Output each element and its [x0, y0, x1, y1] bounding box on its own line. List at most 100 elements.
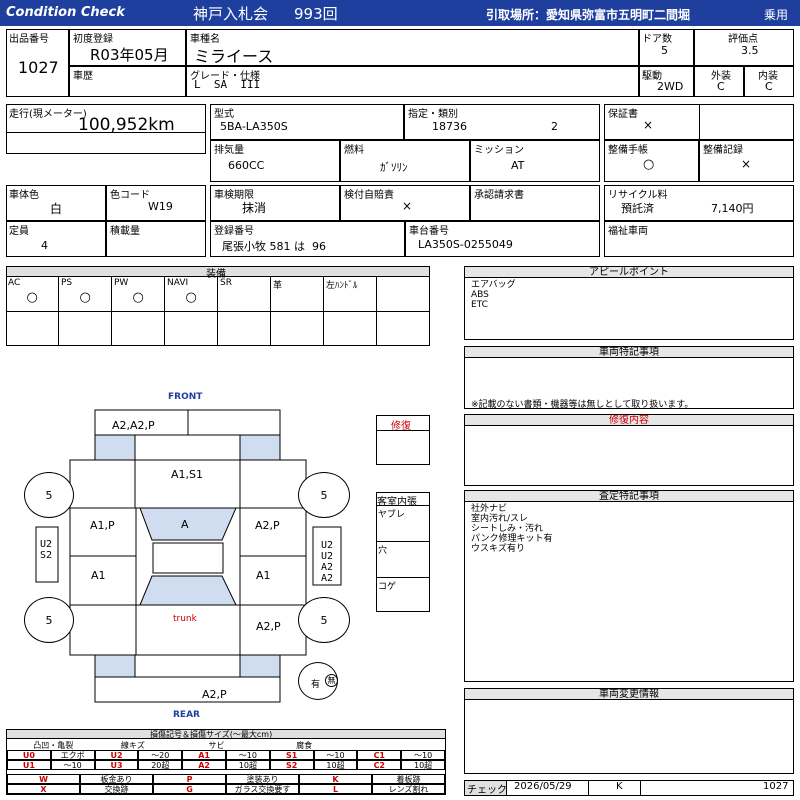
assess-line: ウスキズ有り	[471, 544, 526, 554]
cabin-item-tear: ヤブレ	[378, 510, 406, 520]
trunk-label: trunk	[173, 614, 197, 624]
score-label: 評価点	[728, 34, 758, 45]
equipment-mark: ○	[26, 290, 38, 305]
equipment-item: AC ○	[6, 277, 59, 346]
equipment-item: 左ﾊﾝﾄﾞﾙ	[324, 277, 377, 346]
cap-value: 4	[41, 239, 48, 252]
mileage-label: 走行(現メーター)	[9, 109, 87, 120]
legend-desc: エクボ	[50, 750, 95, 760]
tire-rear-right: 5	[298, 597, 350, 643]
repair-detail-title: 修復内容	[465, 415, 793, 426]
equipment-label: NAVI	[167, 278, 189, 288]
reg-label: 初度登録	[73, 34, 113, 45]
legend-other-desc: 交換跡	[80, 784, 153, 794]
grade-value: L SA III	[194, 78, 261, 91]
rear-label: REAR	[173, 710, 200, 720]
ext-value: C	[717, 80, 725, 93]
model-value: 5BA-LA350S	[220, 120, 288, 133]
equipment-mark: ○	[185, 290, 197, 305]
manual-value: ○	[643, 157, 655, 172]
legend-desc: 20超	[138, 760, 183, 770]
legend-desc: 10超	[313, 760, 358, 770]
claim-label: 承認請求書	[474, 190, 524, 201]
legend-code: U1	[7, 760, 51, 770]
legend-desc: ～10	[226, 750, 270, 760]
equipment-item: PW ○	[112, 277, 165, 346]
checker: K	[616, 781, 623, 792]
lot-value: 1027	[18, 58, 59, 77]
equipment-item: PS ○	[59, 277, 112, 346]
inspect-value: 抹消	[242, 201, 267, 215]
warranty-label: 保証書	[608, 109, 638, 120]
history-label: 車歴	[73, 71, 93, 82]
record-label: 整備記録	[703, 145, 743, 156]
special-note: ※記載のない書類・機器等は無しとして取り扱います。	[471, 400, 694, 410]
equipment-item: SR	[218, 277, 271, 346]
legend-desc: ～10	[313, 750, 358, 760]
legend-other-code: X	[7, 784, 80, 794]
legend-other-desc: ガラス交換要す	[226, 784, 299, 794]
legend-desc: ～10	[50, 760, 95, 770]
tire-front-right: 5	[298, 472, 350, 518]
appeal-section: アピールポイント エアバッグ ABS ETC	[464, 266, 794, 340]
assess-line: 社外ナビ	[471, 504, 508, 514]
type-value-1: 18736	[432, 120, 467, 133]
legend-title: 損傷記号＆損傷サイズ(～最大cm)	[150, 730, 273, 739]
special-section: 車両特記事項 ※記載のない書類・機器等は無しとして取り扱います。	[464, 346, 794, 410]
plate-label: 登録番号	[214, 226, 254, 237]
legend-desc: ～20	[138, 750, 183, 760]
legend-other-desc: 着板跡	[372, 774, 445, 784]
legend-code: U3	[94, 760, 139, 770]
model-label: 型式	[214, 109, 234, 120]
name-value: ミライース	[194, 47, 274, 66]
rear-bumper-damage: A2,P	[202, 688, 227, 701]
legend-desc: ～10	[401, 750, 445, 760]
check-label: チェック	[467, 785, 507, 796]
rear-right-damage: A1	[256, 569, 271, 582]
legend-other-code: L	[299, 784, 372, 794]
front-right-damage: A2,P	[255, 519, 280, 532]
appeal-line: エアバッグ	[471, 280, 516, 290]
color-value: 白	[50, 202, 63, 216]
legend-code: C1	[357, 750, 402, 760]
change-section: 車両変更情報	[464, 688, 794, 774]
insure-label: 検付自賠責	[344, 190, 394, 201]
equipment-item: NAVI ○	[165, 277, 218, 346]
int-value: C	[765, 80, 773, 93]
code-label: 色コード	[110, 190, 150, 201]
doors-value: 5	[661, 44, 668, 57]
assess-line: シートしみ・汚れ	[471, 524, 544, 534]
record-value: ×	[741, 157, 752, 171]
equipment-mark: ○	[132, 290, 144, 305]
equipment-label: 革	[273, 281, 283, 291]
assess-line: 室内汚れ/スレ	[471, 514, 529, 524]
manual-label: 整備手帳	[608, 145, 648, 156]
plate-value: 尾張小牧 581 は 96	[222, 240, 326, 253]
legend-other-code: G	[153, 784, 226, 794]
insure-value: ×	[402, 199, 413, 213]
front-left-damage: A1,P	[90, 519, 115, 532]
chassis-value: LA350S-0255049	[418, 238, 513, 251]
legend-desc: 10超	[401, 760, 445, 770]
spare-mark: 無	[325, 674, 338, 687]
legend-desc: 10超	[226, 760, 270, 770]
lot-round: 993回	[294, 5, 338, 23]
mileage-value: 100,952km	[78, 115, 175, 135]
auction-name: 神戸入札会	[193, 5, 269, 23]
legend-other-desc: レンズ割れ	[372, 784, 445, 794]
legend-other-desc: 板金あり	[80, 774, 153, 784]
equipment-label: 左ﾊﾝﾄﾞﾙ	[326, 281, 358, 291]
hood-damage: A1,S1	[171, 468, 204, 481]
right-side-damage: U2 U2 A2 A2	[321, 540, 334, 584]
legend-code: U0	[7, 750, 51, 760]
recycle-status: 預託済	[621, 202, 654, 215]
equipment-label: PS	[61, 278, 73, 288]
appeal-title: アピールポイント	[465, 267, 793, 278]
type-value-2: 2	[551, 120, 558, 133]
reg-value: R03年05月	[90, 46, 169, 64]
equipment-item: 革	[271, 277, 324, 346]
legend-code: A1	[182, 750, 226, 760]
fuel-value: ｶﾞｿﾘﾝ	[380, 161, 408, 174]
footer-lot: 1027	[763, 781, 789, 792]
lot-label: 出品番号	[9, 34, 49, 45]
